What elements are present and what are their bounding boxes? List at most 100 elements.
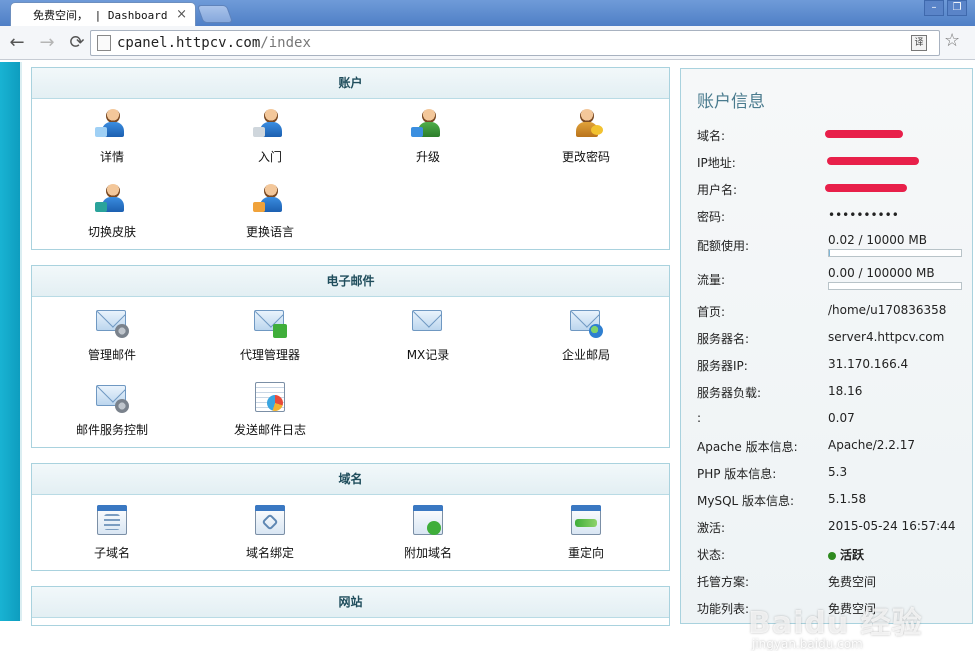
redaction-mark xyxy=(825,184,907,192)
watermark-url: jingyan.baidu.com xyxy=(752,637,863,651)
account-details-item[interactable]: 详情 xyxy=(32,109,192,165)
domain-redirect-item[interactable]: 重定向 xyxy=(506,505,666,561)
account-change-language-item[interactable]: 更换语言 xyxy=(190,184,350,240)
info-value: 0.07 xyxy=(828,411,855,425)
url-text: cpanel.httpcv.com/index xyxy=(117,35,311,51)
info-value: Apache/2.2.17 xyxy=(828,438,915,452)
info-label: IP地址: xyxy=(697,156,736,170)
account-panel: 账户 详情 入门 升级 更改密码 切换皮肤 更换语言 xyxy=(31,67,670,250)
info-value: /home/u170836358 xyxy=(828,303,947,317)
log-chart-icon xyxy=(253,382,287,414)
info-label: MySQL 版本信息: xyxy=(697,494,795,508)
item-label: 附加域名 xyxy=(403,546,452,560)
info-value: •••••••••• xyxy=(828,208,899,222)
info-value: 0.00 / 100000 MB xyxy=(828,266,935,280)
item-label: 代理管理器 xyxy=(239,348,300,362)
status-badge: 活跃 xyxy=(828,546,864,563)
quota-meter-fill xyxy=(829,250,831,256)
reload-icon[interactable]: ⟳ xyxy=(64,30,90,56)
subdomain-icon xyxy=(95,505,129,537)
info-value: 免费空间 xyxy=(828,575,877,589)
account-switch-skin-item[interactable]: 切换皮肤 xyxy=(32,184,192,240)
info-value: 31.170.166.4 xyxy=(828,357,909,371)
info-row-domain: 域名: xyxy=(697,127,967,147)
website-panel: 网站 xyxy=(31,586,670,626)
info-label: 域名: xyxy=(697,129,726,143)
mail-gear-icon xyxy=(95,307,129,339)
domain-panel-title: 域名 xyxy=(32,464,669,495)
restore-icon[interactable]: ❐ xyxy=(947,0,967,16)
email-manage-item[interactable]: 管理邮件 xyxy=(32,307,192,363)
info-label: 激活: xyxy=(697,521,726,535)
account-upgrade-item[interactable]: 升级 xyxy=(348,109,508,165)
user-getting-started-icon xyxy=(253,109,287,141)
info-label: 功能列表: xyxy=(697,602,750,616)
minimize-icon[interactable]: – xyxy=(924,0,944,16)
email-service-control-item[interactable]: 邮件服务控制 xyxy=(32,382,192,438)
redaction-mark xyxy=(825,130,903,138)
info-label: : xyxy=(697,411,702,425)
item-label: 企业邮局 xyxy=(561,348,610,362)
item-label: 发送邮件日志 xyxy=(233,423,306,437)
tab-strip: 免费空间， | Dashboard × – ❐ xyxy=(0,0,975,26)
back-icon[interactable]: ← xyxy=(4,30,30,56)
info-label: 服务器负载: xyxy=(697,386,762,400)
address-bar[interactable]: cpanel.httpcv.com/index 译 xyxy=(90,30,940,56)
mail-globe-icon xyxy=(569,307,603,339)
info-label: PHP 版本信息: xyxy=(697,467,777,481)
info-value: 0.02 / 10000 MB xyxy=(828,233,927,247)
traffic-meter xyxy=(828,282,962,290)
info-label: 首页: xyxy=(697,305,726,319)
account-change-password-item[interactable]: 更改密码 xyxy=(506,109,666,165)
close-icon[interactable]: × xyxy=(176,7,187,22)
domain-subdomain-item[interactable]: 子域名 xyxy=(32,505,192,561)
user-language-icon xyxy=(253,184,287,216)
addon-domain-icon xyxy=(411,505,445,537)
email-panel-title: 电子邮件 xyxy=(32,266,669,297)
translate-icon[interactable]: 译 xyxy=(911,35,927,51)
tab-title: 免费空间， | Dashboard xyxy=(33,8,168,22)
info-label: 服务器名: xyxy=(697,332,750,346)
new-tab-button[interactable] xyxy=(196,5,234,23)
item-label: 详情 xyxy=(99,150,124,164)
info-row-quota: 配额使用: 0.02 / 10000 MB xyxy=(697,233,967,261)
email-send-log-item[interactable]: 发送邮件日志 xyxy=(190,382,350,438)
info-row-server-name: 服务器名: server4.httpcv.com xyxy=(697,330,967,350)
item-label: 子域名 xyxy=(93,546,130,560)
bookmark-star-icon[interactable]: ☆ xyxy=(944,30,960,51)
mail-forward-icon xyxy=(253,307,287,339)
info-value: 2015-05-24 16:57:44 xyxy=(828,519,956,533)
account-getting-started-item[interactable]: 入门 xyxy=(190,109,350,165)
email-mx-item[interactable]: MX记录 xyxy=(348,307,508,363)
item-label: 重定向 xyxy=(567,546,604,560)
item-label: MX记录 xyxy=(406,348,450,362)
item-label: 管理邮件 xyxy=(87,348,136,362)
domain-panel: 域名 子域名 域名绑定 附加域名 重定向 xyxy=(31,463,670,571)
account-info-title: 账户信息 xyxy=(697,92,765,112)
info-label: Apache 版本信息: xyxy=(697,440,798,454)
info-row-server-load: 服务器负载: 18.16 xyxy=(697,384,967,404)
info-value: 5.1.58 xyxy=(828,492,867,506)
domain-addon-item[interactable]: 附加域名 xyxy=(348,505,508,561)
item-label: 更改密码 xyxy=(561,150,610,164)
forward-icon[interactable]: → xyxy=(34,30,60,56)
email-forwarder-item[interactable]: 代理管理器 xyxy=(190,307,350,363)
info-row-username: 用户名: xyxy=(697,181,967,201)
info-row-home: 首页: /home/u170836358 xyxy=(697,303,967,323)
item-label: 邮件服务控制 xyxy=(75,423,148,437)
users-upgrade-icon xyxy=(411,109,445,141)
info-row-activated: 激活: 2015-05-24 16:57:44 xyxy=(697,519,967,539)
domain-binding-icon xyxy=(253,505,287,537)
redaction-mark xyxy=(827,157,919,165)
redirect-arrows-icon xyxy=(569,505,603,537)
users-key-icon xyxy=(569,109,603,141)
domain-binding-item[interactable]: 域名绑定 xyxy=(190,505,350,561)
quota-meter xyxy=(828,249,962,257)
user-details-icon xyxy=(95,109,129,141)
info-row-status: 状态: 活跃 xyxy=(697,546,967,566)
tab-dashboard[interactable]: 免费空间， | Dashboard × xyxy=(10,2,196,26)
info-row-mysql: MySQL 版本信息: 5.1.58 xyxy=(697,492,967,512)
url-path: /index xyxy=(260,35,311,51)
email-enterprise-item[interactable]: 企业邮局 xyxy=(506,307,666,363)
info-row-server-ip: 服务器IP: 31.170.166.4 xyxy=(697,357,967,377)
